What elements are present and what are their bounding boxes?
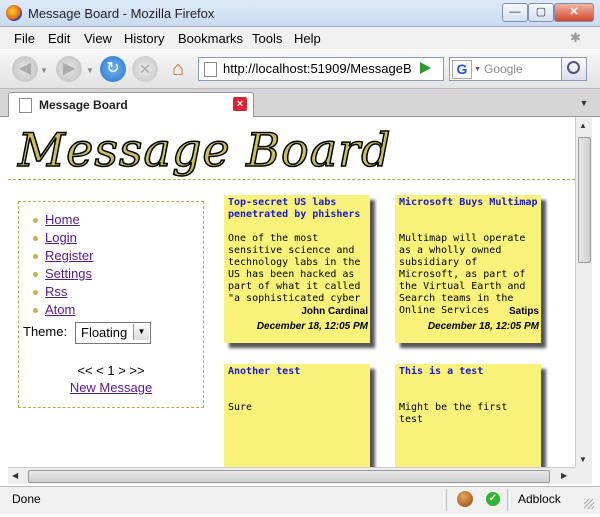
maximize-button[interactable]: ▢ bbox=[528, 3, 554, 22]
menu-history[interactable]: History bbox=[124, 31, 164, 46]
nav-link-settings[interactable]: Settings bbox=[45, 266, 92, 281]
status-divider bbox=[446, 489, 447, 511]
theme-label: Theme: bbox=[23, 324, 68, 339]
page-heading: Message Board bbox=[17, 122, 392, 178]
nav-link-register[interactable]: Register bbox=[45, 248, 93, 263]
forward-history-chevron-icon[interactable]: ▼ bbox=[86, 66, 94, 75]
vertical-scroll-thumb[interactable] bbox=[578, 137, 591, 263]
status-check-icon[interactable]: ✓ bbox=[486, 492, 500, 506]
vertical-scrollbar[interactable]: ▲ ▼ bbox=[575, 117, 592, 467]
window-title: Message Board - Mozilla Firefox bbox=[28, 6, 215, 21]
select-chevron-icon[interactable]: ▼ bbox=[133, 324, 149, 340]
message-title[interactable]: Another test bbox=[228, 366, 368, 378]
go-arrow-icon[interactable] bbox=[420, 62, 431, 74]
menu-edit[interactable]: Edit bbox=[48, 31, 70, 46]
scroll-up-icon[interactable]: ▲ bbox=[579, 121, 587, 130]
close-tab-icon[interactable]: × bbox=[233, 97, 247, 111]
nav-link-atom[interactable]: Atom bbox=[45, 302, 75, 317]
nav-item-atom: Atom bbox=[33, 302, 93, 320]
close-window-button[interactable]: ✕ bbox=[554, 3, 594, 22]
forward-arrow-icon[interactable]: ▶ bbox=[56, 56, 82, 82]
tab-list-chevron-icon[interactable]: ▼ bbox=[574, 93, 594, 113]
message-body: Might be the first test bbox=[399, 402, 508, 425]
nav-item-register: Register bbox=[33, 248, 93, 266]
message-author: Satips bbox=[508, 306, 539, 317]
google-engine-icon[interactable]: G bbox=[452, 60, 472, 79]
message-body: One of the most sensitive science and te… bbox=[228, 233, 361, 304]
menu-help[interactable]: Help bbox=[294, 31, 321, 46]
nav-link-login[interactable]: Login bbox=[45, 230, 77, 245]
tab-bar: Message Board × ▼ bbox=[0, 89, 600, 117]
resize-grip-icon[interactable] bbox=[584, 499, 594, 509]
firefox-logo-icon bbox=[6, 5, 22, 21]
page-icon bbox=[19, 98, 32, 113]
sidebar-nav: Home Login Register Settings Rss Atom Th… bbox=[18, 201, 204, 408]
back-arrow-icon[interactable]: ◀ bbox=[12, 56, 38, 82]
theme-select-value: Floating bbox=[81, 325, 128, 340]
menu-bar: File Edit View History Bookmarks Tools H… bbox=[0, 27, 600, 49]
menu-view[interactable]: View bbox=[84, 31, 112, 46]
nav-item-home: Home bbox=[33, 212, 93, 230]
menu-tools[interactable]: Tools bbox=[252, 31, 282, 46]
menu-file[interactable]: File bbox=[14, 31, 35, 46]
tab-message-board[interactable]: Message Board × bbox=[8, 92, 254, 117]
scroll-down-icon[interactable]: ▼ bbox=[579, 455, 587, 464]
window-title-bar: Message Board - Mozilla Firefox — ▢ ✕ bbox=[0, 0, 600, 27]
message-title[interactable]: Microsoft Buys Multimap bbox=[399, 197, 539, 209]
page-viewport: Message Board Home Login Register Settin… bbox=[8, 117, 575, 467]
status-divider bbox=[507, 489, 508, 511]
new-message-container: New Message bbox=[19, 380, 203, 395]
scroll-left-icon[interactable]: ◀ bbox=[12, 471, 18, 480]
message-note[interactable]: Microsoft Buys Multimap Multimap will op… bbox=[395, 195, 541, 343]
message-body: Multimap will operate as a wholly owned … bbox=[399, 233, 526, 316]
new-message-link[interactable]: New Message bbox=[70, 380, 152, 395]
horizontal-scrollbar[interactable]: ◀ ▶ bbox=[8, 467, 575, 484]
nav-item-rss: Rss bbox=[33, 284, 93, 302]
message-body: Sure bbox=[228, 402, 253, 413]
adblock-label[interactable]: Adblock bbox=[518, 492, 561, 506]
search-magnifier-icon[interactable] bbox=[561, 57, 587, 81]
url-bar[interactable]: http://localhost:51909/MessageB bbox=[198, 57, 444, 81]
scroll-corner bbox=[575, 467, 592, 484]
stop-icon[interactable]: ✕ bbox=[132, 56, 158, 82]
scroll-right-icon[interactable]: ▶ bbox=[561, 471, 567, 480]
status-text: Done bbox=[12, 492, 41, 506]
message-title[interactable]: Top-secret US labs penetrated by phisher… bbox=[228, 197, 368, 221]
message-title[interactable]: This is a test bbox=[399, 366, 539, 378]
nav-list: Home Login Register Settings Rss Atom bbox=[33, 212, 93, 320]
nav-item-settings: Settings bbox=[33, 266, 93, 284]
url-text: http://localhost:51909/MessageB bbox=[223, 61, 412, 76]
engine-chevron-icon[interactable]: ▼ bbox=[474, 66, 481, 73]
message-date: December 18, 12:05 PM bbox=[256, 321, 368, 332]
message-date: December 18, 12:05 PM bbox=[427, 321, 539, 332]
search-placeholder: Google bbox=[484, 62, 523, 76]
tab-label: Message Board bbox=[39, 98, 128, 112]
nav-link-rss[interactable]: Rss bbox=[45, 284, 67, 299]
greasemonkey-icon[interactable] bbox=[457, 491, 473, 507]
nav-item-login: Login bbox=[33, 230, 93, 248]
back-history-chevron-icon[interactable]: ▼ bbox=[40, 66, 48, 75]
minimize-button[interactable]: — bbox=[502, 3, 528, 22]
message-note[interactable]: Another test Sure bbox=[224, 364, 370, 467]
horizontal-scroll-thumb[interactable] bbox=[28, 470, 550, 483]
page-icon bbox=[204, 62, 217, 77]
reload-icon[interactable]: ↻ bbox=[100, 56, 126, 82]
message-note[interactable]: Top-secret US labs penetrated by phisher… bbox=[224, 195, 370, 343]
throbber-icon: ✱ bbox=[570, 30, 581, 45]
pager[interactable]: << < 1 > >> bbox=[19, 363, 203, 378]
nav-link-home[interactable]: Home bbox=[45, 212, 80, 227]
search-box[interactable]: G ▼ Google bbox=[449, 57, 563, 81]
menu-bookmarks[interactable]: Bookmarks bbox=[178, 31, 243, 46]
status-bar: Done ✓ Adblock bbox=[0, 486, 600, 514]
message-note[interactable]: This is a test Might be the first test bbox=[395, 364, 541, 467]
theme-select[interactable]: Floating ▼ bbox=[75, 322, 151, 344]
message-author: John Cardinal bbox=[301, 306, 368, 317]
home-icon[interactable]: ⌂ bbox=[166, 58, 190, 80]
navigation-toolbar: ◀ ▼ ▶ ▼ ↻ ✕ ⌂ http://localhost:51909/Mes… bbox=[0, 50, 600, 89]
heading-divider bbox=[8, 179, 575, 180]
magnifier-lens bbox=[567, 61, 580, 74]
